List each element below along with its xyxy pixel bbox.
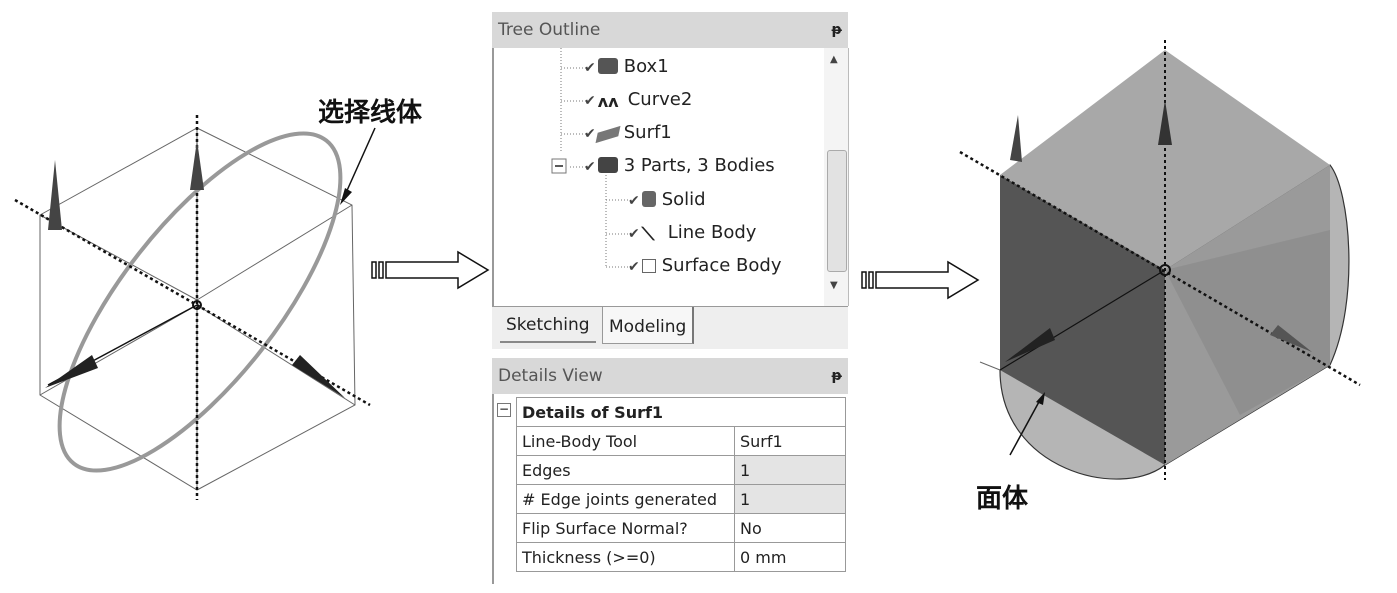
tree-outline: ✔ Box1 ✔ ʌʌ Curve2 ✔ Surf1 ✔ 3 Parts, 3 Bodie… — [492, 48, 849, 306]
tree-item-parts[interactable]: ✔ 3 Parts, 3 Bodies — [584, 155, 775, 176]
property-value[interactable]: No — [734, 513, 846, 543]
vertical-scrollbar[interactable]: ▲ ▼ — [824, 48, 848, 306]
property-label: Thickness (>=0) — [516, 542, 735, 572]
tree-item-label: Surf1 — [623, 122, 672, 143]
wireframe-model-view — [14, 115, 376, 500]
tree-item-line-body[interactable]: ✔ ⟍ Line Body — [628, 222, 757, 245]
table-row: Edges 1 — [516, 455, 846, 485]
details-table: Details of Surf1 Line-Body Tool Surf1 Edg… — [516, 397, 846, 572]
property-value[interactable]: Surf1 — [734, 426, 846, 456]
scrollbar-thumb[interactable] — [827, 150, 847, 272]
tree-item-box1[interactable]: ✔ Box1 — [584, 56, 669, 77]
scroll-up-icon[interactable]: ▲ — [830, 54, 838, 65]
tree-outline-header: Tree Outline ᵽ — [492, 12, 848, 48]
table-row: Flip Surface Normal? No — [516, 513, 846, 543]
select-line-body-label: 选择线体 — [318, 98, 423, 128]
table-row: Thickness (>=0) 0 mm — [516, 542, 846, 572]
parts-icon — [597, 157, 618, 173]
axis-cone-icon — [48, 160, 62, 230]
property-label: Edges — [516, 455, 735, 485]
property-value: 1 — [734, 455, 846, 485]
pin-icon[interactable]: ᵽ — [826, 358, 842, 394]
tree-item-surf1[interactable]: ✔ Surf1 — [584, 122, 672, 144]
check-icon: ✔ — [628, 226, 640, 242]
line-body-icon: ⟍ — [641, 224, 655, 245]
tree-item-solid[interactable]: ✔ Solid — [628, 189, 706, 210]
property-value: 1 — [734, 484, 846, 514]
collapse-icon[interactable]: − — [497, 403, 511, 417]
check-icon: ✔ — [584, 159, 596, 175]
tab-sketching[interactable]: Sketching — [500, 309, 596, 343]
solid-icon — [641, 191, 656, 207]
table-row: Line-Body Tool Surf1 — [516, 426, 846, 456]
axis-cone-icon — [45, 355, 98, 388]
table-row: # Edge joints generated 1 — [516, 484, 846, 514]
pin-icon[interactable]: ᵽ — [826, 12, 842, 48]
property-label: Flip Surface Normal? — [516, 513, 735, 543]
details-group-row: Details of Surf1 — [516, 397, 846, 427]
property-value[interactable]: 0 mm — [734, 542, 846, 572]
scroll-down-icon[interactable]: ▼ — [830, 280, 838, 291]
tab-modeling[interactable]: Modeling — [602, 307, 695, 344]
surface-body-label: 面体 — [976, 484, 1029, 514]
tree-item-surface-body[interactable]: ✔ Surface Body — [628, 255, 781, 276]
property-label: # Edge joints generated — [516, 484, 735, 514]
tree-item-label: Curve2 — [627, 89, 693, 110]
tree-item-label: Line Body — [667, 222, 757, 243]
tree-item-label: Box1 — [623, 56, 669, 77]
check-icon: ✔ — [628, 259, 640, 275]
axis-cone-icon — [190, 140, 204, 190]
details-view-title: Details View — [498, 366, 603, 386]
tree-item-label: Surface Body — [661, 255, 782, 276]
axis-cone-icon — [1010, 115, 1022, 162]
surface-body-icon — [641, 259, 656, 273]
curve-icon: ʌʌ — [597, 92, 619, 111]
surface-icon — [595, 125, 621, 144]
check-icon: ✔ — [584, 126, 596, 142]
check-icon: ✔ — [584, 60, 596, 76]
axis-cone-icon — [292, 355, 345, 398]
check-icon: ✔ — [584, 93, 596, 109]
tree-outline-title: Tree Outline — [498, 20, 601, 40]
tree-tabs: Sketching Modeling — [492, 306, 848, 349]
details-view-header: Details View ᵽ — [492, 358, 848, 394]
box-icon — [597, 58, 618, 74]
arrow-icon — [371, 250, 490, 290]
tree-item-label: 3 Parts, 3 Bodies — [623, 155, 775, 176]
tree-item-label: Solid — [661, 189, 706, 210]
tree-item-curve2[interactable]: ✔ ʌʌ Curve2 — [584, 89, 693, 111]
details-group-label: Details of Surf1 — [516, 397, 846, 427]
check-icon: ✔ — [628, 193, 640, 209]
property-label: Line-Body Tool — [516, 426, 735, 456]
